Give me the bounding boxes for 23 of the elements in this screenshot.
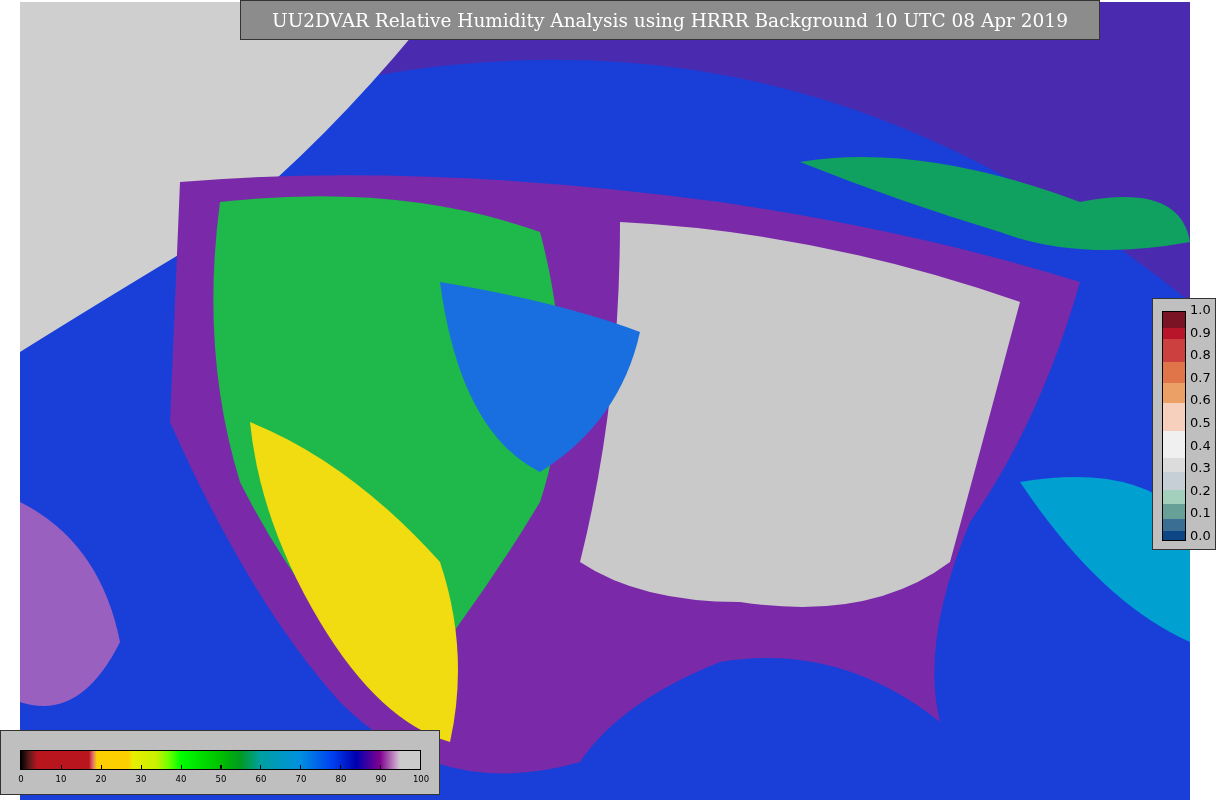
tick-label: 100	[412, 774, 430, 784]
tick-label: 0.6	[1190, 393, 1211, 408]
tick-label: 0.8	[1190, 348, 1211, 363]
tick-label: 0.3	[1190, 461, 1211, 476]
tick-label: 50	[215, 774, 227, 784]
tick-label: 0	[18, 774, 24, 784]
tick-label: 20	[95, 774, 107, 784]
map-title: UU2DVAR Relative Humidity Analysis using HRRR Background 10 UTC 08 Apr 2019	[240, 0, 1100, 40]
tick-label: 0.5	[1190, 415, 1211, 430]
tick-label: 70	[295, 774, 307, 784]
tick-label: 0.9	[1190, 325, 1211, 340]
tick-label: 0.7	[1190, 370, 1211, 385]
tick-label: 0.1	[1190, 506, 1211, 521]
tick-label: 1.0	[1190, 303, 1211, 317]
tick-label: 40	[175, 774, 187, 784]
tick-label: 80	[335, 774, 347, 784]
tick-label: 0.2	[1190, 483, 1211, 498]
tick-label: 0.4	[1190, 438, 1211, 453]
tick-label: 90	[375, 774, 387, 784]
tick-label: 10	[55, 774, 67, 784]
tick-label: 0.0	[1190, 528, 1211, 543]
tick-label: 60	[255, 774, 267, 784]
tick-label: 30	[135, 774, 147, 784]
